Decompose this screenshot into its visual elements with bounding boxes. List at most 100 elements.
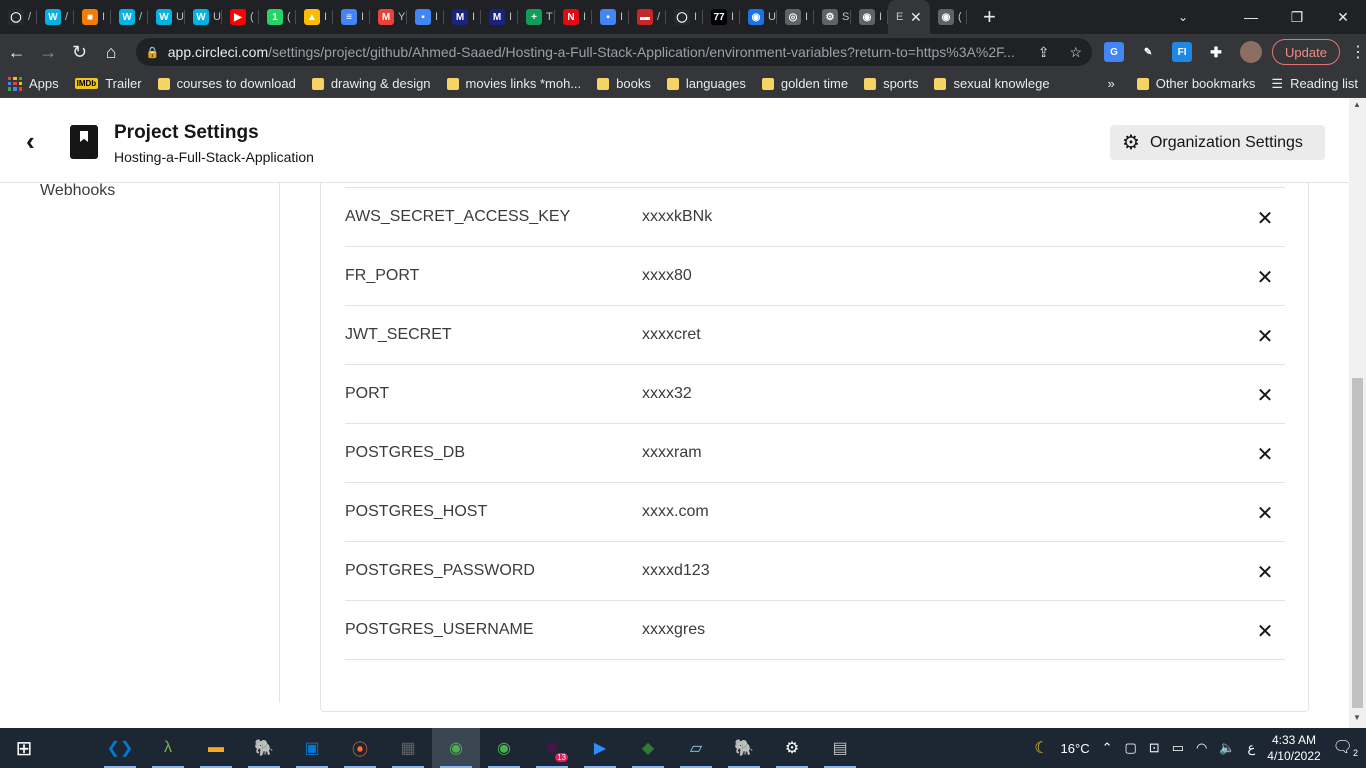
browser-tab[interactable]: NI	[555, 0, 592, 34]
bookmark-item[interactable]: golden time	[754, 76, 856, 91]
browser-tab[interactable]: ◉(	[930, 0, 967, 34]
delete-x-icon[interactable]: ✕	[1250, 616, 1280, 646]
browser-tab[interactable]: ▪ I	[407, 0, 444, 34]
browser-tab[interactable]: MI	[444, 0, 481, 34]
reload-icon[interactable]: ↻	[65, 36, 94, 68]
minimize-icon[interactable]: —	[1228, 0, 1274, 34]
file-explorer-icon[interactable]: ▬	[192, 728, 240, 768]
more-bookmarks-chevron-icon[interactable]: »	[1093, 76, 1128, 91]
browser-tab[interactable]: W /	[37, 0, 74, 34]
notes-icon[interactable]: ▱	[672, 728, 720, 768]
browser-tab[interactable]: ▶(	[222, 0, 259, 34]
language-indicator[interactable]: ع	[1248, 740, 1256, 756]
chrome-icon[interactable]: ◉	[480, 728, 528, 768]
reading-list[interactable]: ☰ Reading list	[1263, 76, 1366, 92]
browser-tab[interactable]: ◉ U	[740, 0, 777, 34]
moon-weather-icon[interactable]: ☾	[1034, 738, 1048, 758]
tab-search-chevron-icon[interactable]: ⌄	[1138, 0, 1228, 34]
forward-arrow-icon[interactable]: →	[33, 36, 62, 68]
menu-kebab-icon[interactable]: ⋮	[1350, 42, 1366, 62]
back-chevron-icon[interactable]: ‹	[26, 128, 35, 154]
delete-x-icon[interactable]: ✕	[1250, 439, 1280, 469]
photos-icon[interactable]: ▣	[288, 728, 336, 768]
postman-icon[interactable]: ⦿	[336, 728, 384, 768]
scrollbar-thumb[interactable]	[1352, 378, 1363, 708]
browser-tab[interactable]: ◎ I	[777, 0, 814, 34]
vscode-icon[interactable]: ❮❯	[96, 728, 144, 768]
browser-tab[interactable]: ◯ /	[0, 0, 37, 34]
back-arrow-icon[interactable]: ←	[2, 36, 31, 68]
bookmark-item[interactable]: movies links *moh...	[439, 76, 590, 91]
scroll-down-arrow-icon[interactable]: ▼	[1353, 713, 1361, 722]
bookmark-item[interactable]: books	[589, 76, 659, 91]
delete-x-icon[interactable]: ✕	[1250, 380, 1280, 410]
terminal-icon[interactable]: λ	[144, 728, 192, 768]
home-icon[interactable]: ⌂	[96, 36, 125, 68]
browser-tab[interactable]: ▲ I	[296, 0, 333, 34]
vm-icon[interactable]: ▤	[816, 728, 864, 768]
browser-tab[interactable]: MY	[370, 0, 407, 34]
browser-tab[interactable]: WU	[185, 0, 222, 34]
close-tab-icon[interactable]: ✕	[910, 9, 922, 26]
bookmark-item[interactable]: Apps	[0, 76, 67, 91]
bookmark-item[interactable]: IMDb Trailer	[67, 76, 150, 91]
notifications-icon[interactable]: 🗨2	[1333, 737, 1358, 758]
browser-tab[interactable]: ◯ I	[666, 0, 703, 34]
browser-tab[interactable]: W /	[111, 0, 148, 34]
bookmark-star-icon[interactable]: ☆	[1069, 44, 1082, 61]
browser-tab[interactable]: ≡ I	[333, 0, 370, 34]
browser-tab[interactable]: E ✕	[888, 0, 930, 34]
postgres-icon[interactable]: 🐘	[240, 728, 288, 768]
settings-icon[interactable]: ⚙	[768, 728, 816, 768]
browser-tab[interactable]: ▪ I	[592, 0, 629, 34]
browser-tab[interactable]: ⚙ S	[814, 0, 851, 34]
browser-tab[interactable]: 77 I	[703, 0, 740, 34]
clock[interactable]: 4:33 AM 4/10/2022	[1267, 732, 1320, 764]
volume-icon[interactable]: 🔈	[1219, 740, 1235, 756]
browser-tab[interactable]: + T	[518, 0, 555, 34]
calculator-icon[interactable]: ▦	[384, 728, 432, 768]
bookmark-item[interactable]: languages	[659, 76, 754, 91]
browser-tab[interactable]: ▬ /	[629, 0, 666, 34]
chrome-profile-icon[interactable]: ◉	[432, 728, 480, 768]
bookmark-item[interactable]: drawing & design	[304, 76, 439, 91]
bookmark-item[interactable]: sports	[856, 76, 926, 91]
battery-icon[interactable]: ▭	[1172, 740, 1184, 756]
update-button[interactable]: Update	[1272, 39, 1340, 65]
other-bookmarks[interactable]: Other bookmarks	[1129, 76, 1264, 91]
url-text[interactable]: app.circleci.com/settings/project/github…	[168, 44, 1038, 60]
wifi-icon[interactable]: ◠	[1196, 740, 1207, 756]
close-window-icon[interactable]: ✕	[1320, 0, 1366, 34]
windows-start-icon[interactable]: ⊞	[0, 728, 48, 768]
search-icon[interactable]: ⌕	[48, 728, 96, 768]
address-bar[interactable]: 🔒 app.circleci.com/settings/project/gith…	[135, 38, 1093, 66]
meet-now-icon[interactable]: ▢	[1124, 740, 1136, 756]
bookmark-item[interactable]: courses to download	[150, 76, 304, 91]
organization-settings-button[interactable]: ⚙ Organization Settings	[1110, 125, 1325, 160]
maps-icon[interactable]: ◆	[624, 728, 672, 768]
show-hidden-icons-chevron-icon[interactable]: ⌃	[1102, 740, 1113, 756]
sidebar-item-webhooks[interactable]: Webhooks	[40, 182, 115, 200]
slack-icon[interactable]: ✱ 13	[528, 728, 576, 768]
fi-extension-icon[interactable]: FI	[1172, 42, 1193, 62]
page-scrollbar[interactable]: ▲ ▼	[1349, 98, 1366, 728]
browser-tab[interactable]: ■ I	[74, 0, 111, 34]
delete-x-icon[interactable]: ✕	[1250, 557, 1280, 587]
extensions-puzzle-icon[interactable]: ✚	[1206, 42, 1227, 62]
bookmark-item[interactable]: sexual knowlege	[926, 76, 1057, 91]
lock-icon[interactable]: 🔒	[146, 46, 162, 59]
new-tab-plus-icon[interactable]: +	[983, 4, 1003, 30]
action-icon[interactable]: ⊡	[1149, 740, 1160, 756]
weather-temp[interactable]: 16°C	[1061, 741, 1090, 756]
delete-x-icon[interactable]: ✕	[1250, 321, 1280, 351]
share-icon[interactable]: ⇪	[1038, 44, 1050, 61]
scroll-up-arrow-icon[interactable]: ▲	[1353, 100, 1361, 109]
browser-tab[interactable]: WU	[148, 0, 185, 34]
pgadmin-icon[interactable]: 🐘	[720, 728, 768, 768]
browser-tab[interactable]: MI	[481, 0, 518, 34]
profile-avatar[interactable]	[1240, 41, 1263, 63]
delete-x-icon[interactable]: ✕	[1250, 262, 1280, 292]
zoom-icon[interactable]: ▶	[576, 728, 624, 768]
restore-icon[interactable]: ❐	[1274, 0, 1320, 34]
browser-tab[interactable]: ◉ I	[851, 0, 888, 34]
